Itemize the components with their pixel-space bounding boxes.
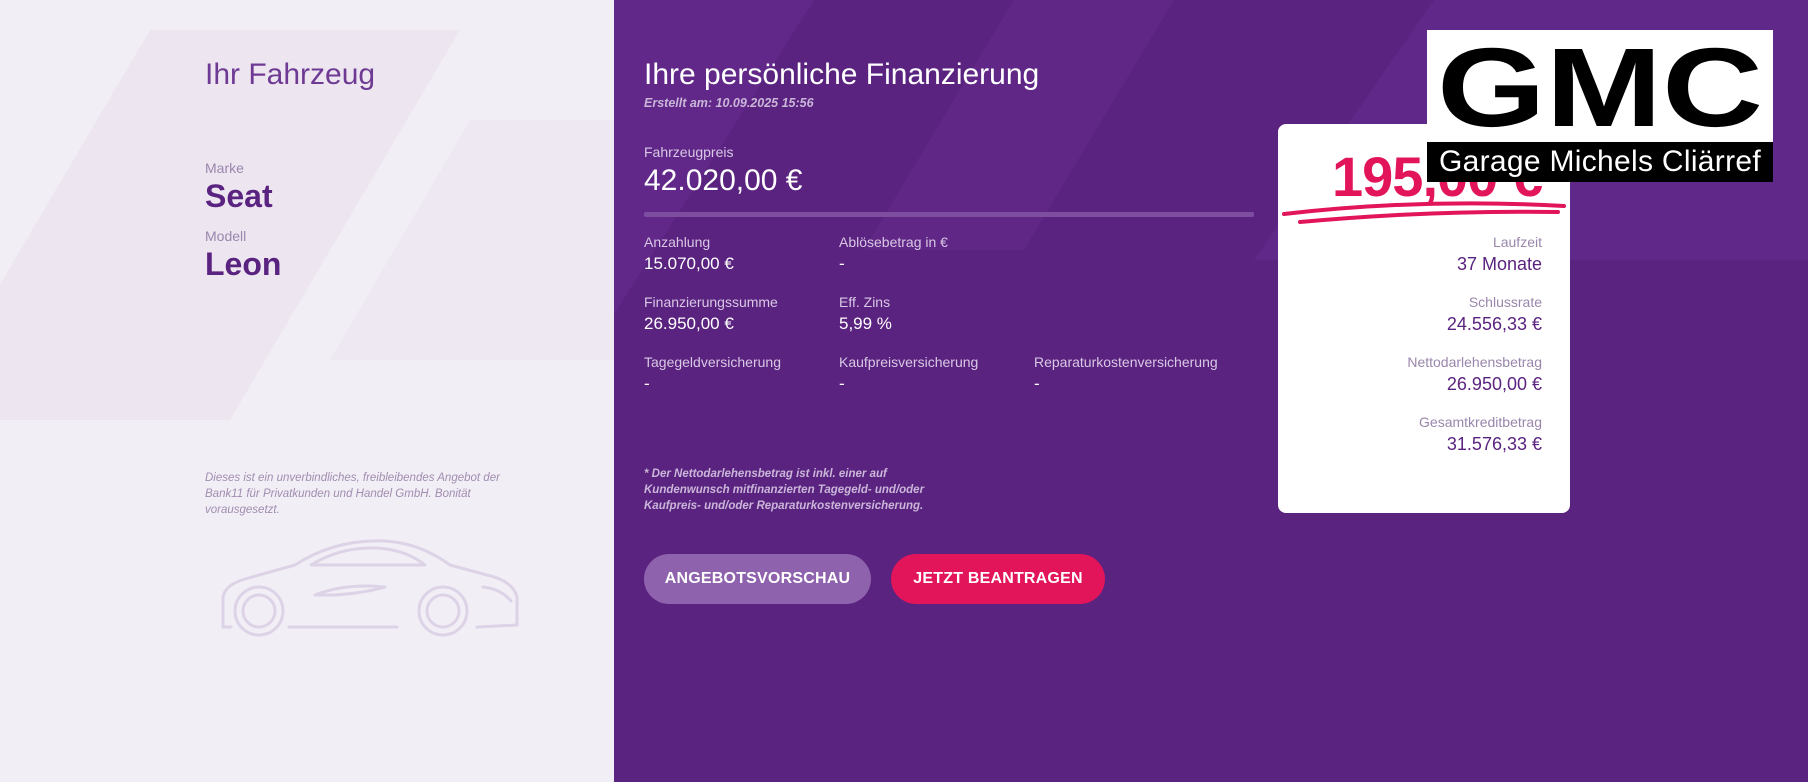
total-credit-amount-label: Gesamtkreditbetrag (1419, 414, 1542, 430)
final-payment-label: Schlussrate (1468, 294, 1542, 310)
gmc-logo-mark: GMC (1437, 30, 1763, 142)
purchase-price-insurance-value: - (839, 374, 845, 393)
offer-preview-button[interactable]: ANGEBOTSVORSCHAU (644, 554, 871, 604)
vehicle-panel: Ihr Fahrzeug Marke Seat Modell Leon Dies… (0, 0, 614, 782)
brand-label: Marke (205, 160, 244, 176)
interest-rate-value: 5,99 % (839, 314, 892, 333)
net-loan-amount-value: 26.950,00 € (1446, 374, 1542, 394)
down-payment-label: Anzahlung (644, 234, 711, 250)
vehicle-price-value: 42.020,00 € (644, 164, 803, 197)
brand-value: Seat (205, 178, 273, 214)
term-value: 37 Monate (1456, 254, 1542, 274)
down-payment-value: 15.070,00 € (644, 254, 734, 273)
daily-allowance-insurance-value: - (644, 374, 650, 393)
divider (644, 212, 1254, 217)
vehicle-price-label: Fahrzeugpreis (644, 144, 734, 160)
dealer-logo: GMC Garage Michels Cliärref (1427, 30, 1773, 182)
model-label: Modell (205, 228, 247, 244)
financing-sum-label: Finanzierungssumme (644, 294, 778, 310)
car-outline-icon (221, 539, 519, 637)
payoff-amount-value: - (839, 254, 845, 273)
repair-cost-insurance-value: - (1034, 374, 1040, 393)
net-loan-amount-label: Nettodarlehensbetrag (1407, 354, 1542, 370)
dealer-tagline: Garage Michels Cliärref (1427, 142, 1773, 182)
rate-underline-swoosh (1282, 201, 1566, 224)
loan-footnote: * Der Nettodarlehensbetrag ist inkl. ein… (644, 468, 925, 512)
background-stripes (0, 30, 614, 420)
repair-cost-insurance-label: Reparaturkostenversicherung (1034, 354, 1218, 370)
offer-disclaimer: Dieses ist ein unverbindliches, freiblei… (205, 472, 500, 516)
purchase-price-insurance-label: Kaufpreisversicherung (839, 354, 979, 370)
apply-now-button[interactable]: JETZT BEANTRAGEN (891, 554, 1105, 604)
daily-allowance-insurance-label: Tagegeldversicherung (644, 354, 781, 370)
term-label: Laufzeit (1492, 234, 1542, 250)
financing-sum-value: 26.950,00 € (644, 314, 734, 333)
total-credit-amount-value: 31.576,33 € (1446, 434, 1542, 454)
rate-card: 195,00 € Laufzeit 37 Monate Schlussrate … (1278, 124, 1570, 513)
created-timestamp: Erstellt am: 10.09.2025 15:56 (644, 96, 814, 110)
vehicle-title: Ihr Fahrzeug (205, 58, 376, 91)
financing-title: Ihre persönliche Finanzierung (644, 58, 1040, 91)
final-payment-value: 24.556,33 € (1446, 314, 1542, 334)
svg-text:GMC: GMC (1437, 30, 1763, 142)
payoff-amount-label: Ablösebetrag in € (839, 234, 948, 250)
model-value: Leon (205, 246, 282, 282)
interest-rate-label: Eff. Zins (839, 294, 891, 310)
